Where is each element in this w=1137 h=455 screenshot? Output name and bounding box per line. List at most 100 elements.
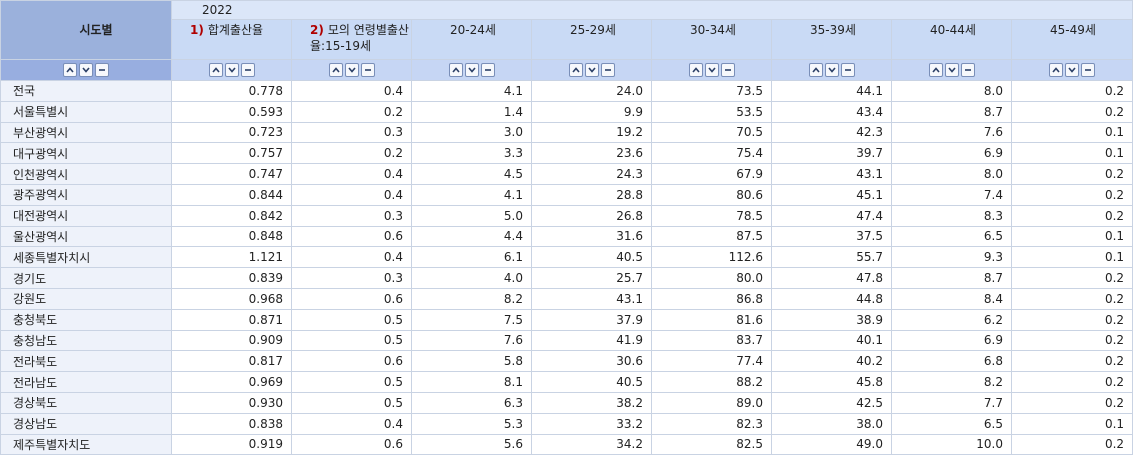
sort-up-icon[interactable] [328,63,343,78]
table-row: 전라북도 0.817 0.6 5.8 30.6 77.4 40.2 6.8 0.2 [0,350,1134,373]
footnote-marker[interactable]: 1) [190,23,204,37]
data-cell: 0.723 [171,121,292,144]
column-sort-controls [771,59,892,81]
data-cell: 40.5 [531,246,652,269]
region-label: 전국 [0,80,172,102]
sort-up-icon[interactable] [928,63,943,78]
column-sort-controls [171,59,292,81]
minus-icon[interactable] [95,63,109,78]
column-header-label: 35-39세 [810,23,856,37]
row-header-corner: 시도별 [0,0,172,60]
data-cell: 0.3 [291,121,412,144]
data-cell: 41.9 [531,329,652,352]
data-cell: 0.844 [171,183,292,206]
sort-down-icon[interactable] [464,63,479,78]
sort-up-icon[interactable] [688,63,703,78]
data-cell: 7.5 [411,308,532,331]
data-cell: 0.5 [291,391,412,414]
sort-down-icon[interactable] [944,63,959,78]
data-cell: 0.2 [1010,391,1134,414]
minus-icon[interactable] [600,63,615,78]
minus-icon[interactable] [240,63,255,78]
data-cell: 8.0 [891,163,1012,185]
sort-up-icon[interactable] [1049,63,1064,78]
sort-down-icon[interactable] [824,63,839,78]
data-cell: 0.839 [171,267,292,289]
data-cell: 0.747 [171,163,292,185]
region-label: 서울특별시 [0,100,172,123]
sort-down-icon[interactable] [584,63,599,78]
minus-icon[interactable] [360,63,375,78]
data-cell: 88.2 [651,371,772,393]
footnote-marker[interactable]: 2) [310,23,324,37]
data-cell: 0.2 [1010,100,1134,123]
region-label: 경상북도 [0,391,172,414]
data-cell: 87.5 [651,225,772,248]
data-cell: 0.919 [171,433,292,455]
column-sort-controls [651,59,772,81]
minus-icon[interactable] [840,63,855,78]
data-cell: 0.6 [291,287,412,310]
data-cell: 9.9 [531,100,652,123]
sort-down-icon[interactable] [224,63,239,78]
data-cell: 0.2 [1010,371,1134,393]
minus-icon[interactable] [720,63,735,78]
data-cell: 31.6 [531,225,652,248]
sort-up-icon[interactable] [448,63,463,78]
column-header: 45-49세 [1010,19,1134,60]
data-cell: 0.4 [291,80,412,102]
data-cell: 75.4 [651,142,772,165]
column-header-label: 모의 연령별출산 [327,23,409,37]
data-cell: 38.9 [771,308,892,331]
data-cell: 42.5 [771,391,892,414]
data-cell: 8.3 [891,204,1012,227]
data-cell: 6.5 [891,225,1012,248]
sort-down-icon[interactable] [1065,63,1080,78]
data-cell: 80.6 [651,183,772,206]
region-label: 경기도 [0,267,172,289]
data-cell: 0.4 [291,163,412,185]
row-sort-controls [0,59,172,81]
table-row: 울산광역시 0.848 0.6 4.4 31.6 87.5 37.5 6.5 0.1 [0,225,1134,248]
sort-up-icon[interactable] [568,63,583,78]
data-cell: 7.6 [411,329,532,352]
data-cell: 40.5 [531,371,652,393]
data-cell: 70.5 [651,121,772,144]
data-cell: 0.1 [1010,121,1134,144]
table-row: 제주특별자치도 0.919 0.6 5.6 34.2 82.5 49.0 10.0 0.2 [0,433,1134,455]
data-cell: 0.2 [1010,267,1134,289]
data-cell: 8.2 [411,287,532,310]
data-cell: 7.6 [891,121,1012,144]
sort-down-icon[interactable] [344,63,359,78]
data-cell: 47.4 [771,204,892,227]
data-cell: 44.1 [771,80,892,102]
data-cell: 4.0 [411,267,532,289]
data-cell: 40.1 [771,329,892,352]
column-header-label: 합계출산율 [207,23,264,37]
table-row: 충청북도 0.871 0.5 7.5 37.9 81.6 38.9 6.2 0.2 [0,308,1134,331]
column-header-label: 30-34세 [690,23,736,37]
table-row: 광주광역시 0.844 0.4 4.1 28.8 80.6 45.1 7.4 0.2 [0,183,1134,206]
data-cell: 24.0 [531,80,652,102]
table-row: 세종특별자치시 1.121 0.4 6.1 40.5 112.6 55.7 9.3 0.1 [0,246,1134,269]
sort-down-icon[interactable] [79,63,93,78]
sort-down-icon[interactable] [704,63,719,78]
column-header: 35-39세 [771,19,892,60]
data-cell: 28.8 [531,183,652,206]
minus-icon[interactable] [960,63,975,78]
region-label: 인천광역시 [0,163,172,185]
data-cell: 89.0 [651,391,772,414]
data-cell: 8.0 [891,80,1012,102]
table-row: 전국 0.778 0.4 4.1 24.0 73.5 44.1 8.0 0.2 [0,80,1134,102]
data-cell: 81.6 [651,308,772,331]
sort-up-icon[interactable] [63,63,77,78]
data-cell: 38.0 [771,412,892,435]
sort-up-icon[interactable] [808,63,823,78]
sort-up-icon[interactable] [208,63,223,78]
data-cell: 40.2 [771,350,892,373]
minus-icon[interactable] [480,63,495,78]
data-cell: 5.8 [411,350,532,373]
minus-icon[interactable] [1081,63,1096,78]
data-cell: 4.1 [411,183,532,206]
data-cell: 30.6 [531,350,652,373]
